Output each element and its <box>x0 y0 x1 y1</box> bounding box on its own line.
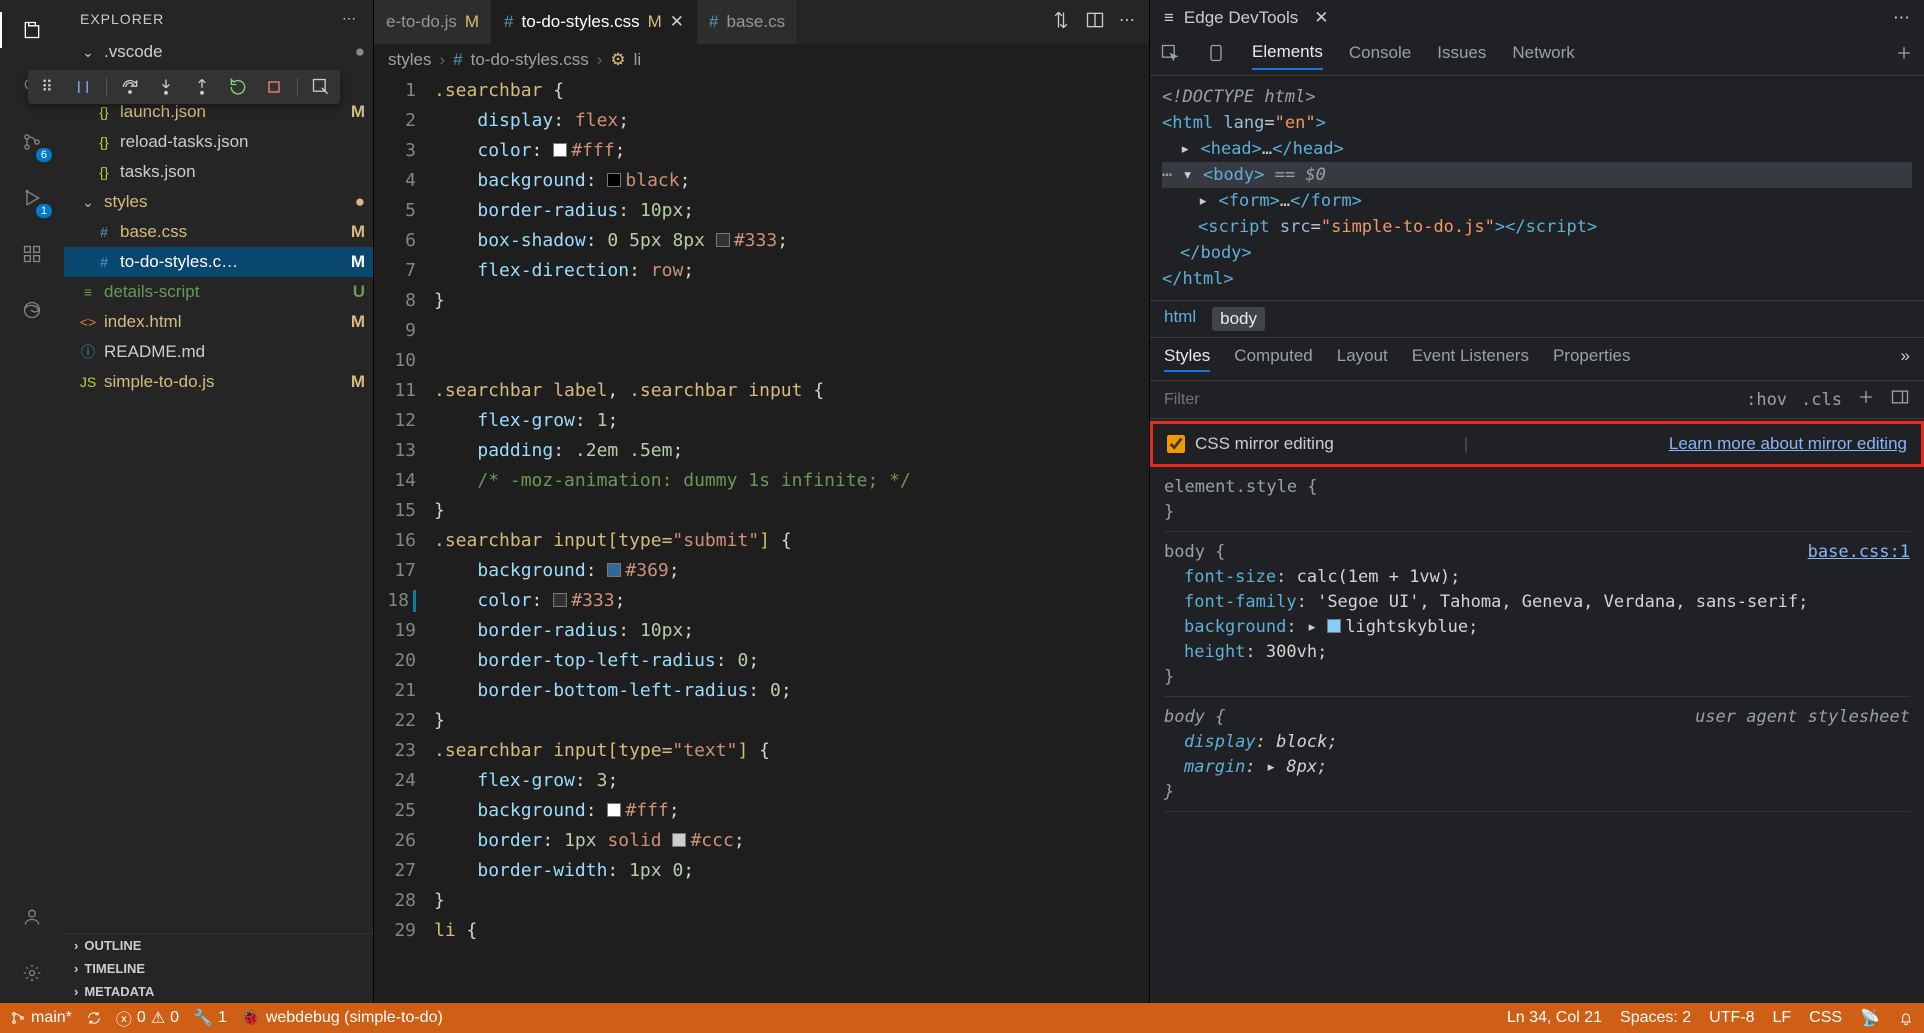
file-readme[interactable]: ⓘREADME.md <box>64 337 373 367</box>
styles-filter-input[interactable] <box>1164 391 1732 409</box>
folder-vscode[interactable]: ⌄.vscode● <box>64 37 373 67</box>
styles-rules[interactable]: element.style { } body {base.css:1 font-… <box>1150 469 1924 826</box>
step-over-icon[interactable] <box>117 74 143 100</box>
hov-toggle[interactable]: :hov <box>1746 390 1787 410</box>
problems-status[interactable]: ⓧ 0 ⚠ 0 <box>116 1006 179 1030</box>
cursor-position[interactable]: Ln 34, Col 21 <box>1507 1009 1602 1027</box>
plus-icon[interactable] <box>1894 43 1914 68</box>
more-icon[interactable]: ⋯ <box>1119 10 1135 35</box>
file-tasks[interactable]: {}tasks.json <box>64 157 373 187</box>
devtools-menu-icon[interactable]: ≡ <box>1164 8 1174 28</box>
css-mirror-label: CSS mirror editing <box>1195 434 1334 454</box>
device-icon[interactable] <box>1206 43 1226 68</box>
panel-icon[interactable] <box>1890 387 1910 412</box>
dom-tree[interactable]: <!DOCTYPE html> <html lang="en"> ▸ <head… <box>1150 76 1924 300</box>
dom-breadcrumb[interactable]: html body <box>1150 300 1924 338</box>
css-mirror-link[interactable]: Learn more about mirror editing <box>1669 434 1907 454</box>
cls-toggle[interactable]: .cls <box>1801 390 1842 410</box>
explorer-activity[interactable] <box>14 12 50 48</box>
file-basecss[interactable]: #base.cssM <box>64 217 373 247</box>
file-reload[interactable]: {}reload-tasks.json <box>64 127 373 157</box>
folder-styles[interactable]: ⌄styles● <box>64 187 373 217</box>
debug-toolbar[interactable]: ⠿ <box>28 70 340 104</box>
file-details[interactable]: ≡details-scriptU <box>64 277 373 307</box>
editor-group: e-to-do.jsM #to-do-styles.cssM✕ #base.cs… <box>374 0 1149 1003</box>
feedback-icon[interactable]: 📡 <box>1860 1008 1880 1028</box>
devtools-title: Edge DevTools <box>1184 8 1298 28</box>
tab-styles[interactable]: Styles <box>1164 346 1210 372</box>
activity-bar: 6 1 <box>0 0 64 1003</box>
file-todostyles[interactable]: #to-do-styles.c…M <box>64 247 373 277</box>
gear-icon[interactable] <box>14 955 50 991</box>
tab-todo-styles-css[interactable]: #to-do-styles.cssM✕ <box>492 0 697 44</box>
close-icon[interactable]: ✕ <box>1314 8 1328 28</box>
inspect-icon[interactable] <box>308 74 334 100</box>
scm-badge: 6 <box>36 148 52 162</box>
stop-icon[interactable] <box>261 74 287 100</box>
scm-activity[interactable]: 6 <box>14 124 50 160</box>
split-icon[interactable] <box>1085 10 1105 35</box>
css-mirror-checkbox[interactable] <box>1167 435 1185 453</box>
encoding-status[interactable]: UTF-8 <box>1709 1009 1754 1027</box>
debug-status[interactable]: 🐞 webdebug (simple-to-do) <box>241 1008 443 1028</box>
file-simplejs[interactable]: JSsimple-to-do.jsM <box>64 367 373 397</box>
tab-properties[interactable]: Properties <box>1553 346 1630 372</box>
drag-handle-icon[interactable]: ⠿ <box>34 74 60 100</box>
breadcrumb[interactable]: styles› #to-do-styles.css› ⚙li <box>374 44 1149 76</box>
section-outline[interactable]: ›OUTLINE <box>64 934 373 957</box>
ports-status[interactable]: 🔧 1 <box>193 1008 227 1028</box>
bell-icon[interactable] <box>1898 1010 1914 1026</box>
chevron-right-icon[interactable]: » <box>1901 346 1910 372</box>
css-mirror-editing-box: CSS mirror editing | Learn more about mi… <box>1150 421 1924 467</box>
tab-layout[interactable]: Layout <box>1337 346 1388 372</box>
tab-issues[interactable]: Issues <box>1437 43 1486 69</box>
pause-icon[interactable] <box>70 74 96 100</box>
debug-badge: 1 <box>36 204 52 218</box>
close-icon[interactable]: ✕ <box>670 12 684 32</box>
more-icon[interactable]: ⋯ <box>342 10 357 27</box>
tab-network[interactable]: Network <box>1512 43 1574 69</box>
branch-status[interactable]: main* <box>10 1009 72 1027</box>
debug-activity[interactable]: 1 <box>14 180 50 216</box>
step-into-icon[interactable] <box>153 74 179 100</box>
tab-simple-todo-js[interactable]: e-to-do.jsM <box>374 0 492 44</box>
file-index[interactable]: <>index.htmlM <box>64 307 373 337</box>
edge-activity[interactable] <box>14 292 50 328</box>
language-status[interactable]: CSS <box>1809 1009 1842 1027</box>
restart-icon[interactable] <box>225 74 251 100</box>
status-bar: main* ⓧ 0 ⚠ 0 🔧 1 🐞 webdebug (simple-to-… <box>0 1003 1924 1033</box>
eol-status[interactable]: LF <box>1773 1009 1792 1027</box>
inspect-element-icon[interactable] <box>1160 43 1180 68</box>
plus-icon[interactable] <box>1856 387 1876 412</box>
explorer-sidebar: EXPLORER ⋯ ⌄.vscode● {}http-server-tasks… <box>64 0 374 1003</box>
account-icon[interactable] <box>14 899 50 935</box>
indentation-status[interactable]: Spaces: 2 <box>1620 1009 1691 1027</box>
extensions-activity[interactable] <box>14 236 50 272</box>
tab-computed[interactable]: Computed <box>1234 346 1312 372</box>
explorer-title: EXPLORER <box>80 11 164 27</box>
section-metadata[interactable]: ›METADATA <box>64 980 373 1003</box>
tab-elements[interactable]: Elements <box>1252 42 1323 70</box>
compare-icon[interactable] <box>1051 10 1071 35</box>
tab-console[interactable]: Console <box>1349 43 1411 69</box>
sync-status[interactable] <box>86 1010 102 1026</box>
source-link[interactable]: base.css:1 <box>1808 540 1910 565</box>
more-icon[interactable]: ⋯ <box>1893 8 1910 28</box>
tab-base-css[interactable]: #base.cs <box>697 0 798 44</box>
code-editor[interactable]: 1234567891011121314151617181920212223242… <box>374 76 1149 1003</box>
step-out-icon[interactable] <box>189 74 215 100</box>
section-timeline[interactable]: ›TIMELINE <box>64 957 373 980</box>
tab-listeners[interactable]: Event Listeners <box>1412 346 1529 372</box>
devtools-panel: ≡ Edge DevTools ✕ ⋯ Elements Console Iss… <box>1149 0 1924 1003</box>
tab-bar: e-to-do.jsM #to-do-styles.cssM✕ #base.cs… <box>374 0 1149 44</box>
